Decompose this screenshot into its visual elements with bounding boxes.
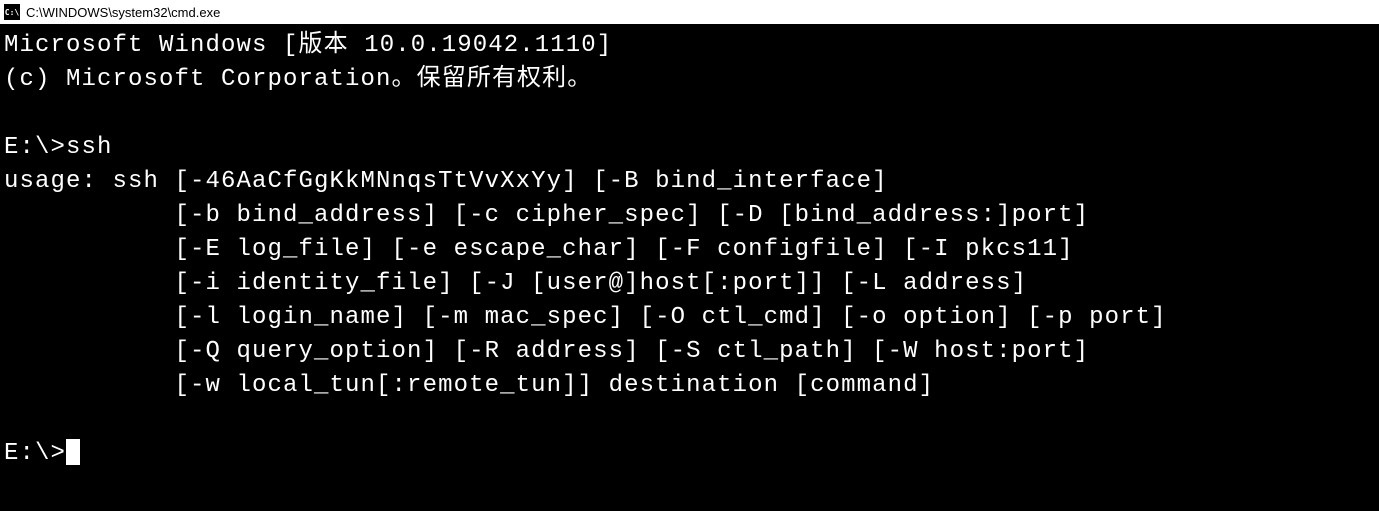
terminal-line: usage: ssh [-46AaCfGgKkMNnqsTtVvXxYy] [-… (4, 168, 888, 195)
terminal-line: [-l login_name] [-m mac_spec] [-O ctl_cm… (4, 304, 1167, 331)
terminal-line: [-E log_file] [-e escape_char] [-F confi… (4, 236, 1074, 263)
title-bar[interactable]: C:\ C:\WINDOWS\system32\cmd.exe (0, 0, 1379, 25)
terminal-line: Microsoft Windows [版本 10.0.19042.1110] (4, 32, 612, 59)
terminal-line: [-b bind_address] [-c cipher_spec] [-D [… (4, 202, 1089, 229)
window-title: C:\WINDOWS\system32\cmd.exe (26, 5, 220, 20)
terminal-content[interactable]: Microsoft Windows [版本 10.0.19042.1110] (… (0, 25, 1379, 511)
terminal-prompt-line: E:\>ssh (4, 134, 113, 161)
terminal-line: [-i identity_file] [-J [user@]host[:port… (4, 270, 1027, 297)
terminal-line: (c) Microsoft Corporation。保留所有权利。 (4, 66, 592, 93)
terminal-prompt-line: E:\> (4, 440, 66, 467)
cursor (66, 439, 80, 465)
terminal-line: [-Q query_option] [-R address] [-S ctl_p… (4, 338, 1089, 365)
terminal-line: [-w local_tun[:remote_tun]] destination … (4, 372, 934, 399)
cmd-icon: C:\ (4, 4, 20, 20)
